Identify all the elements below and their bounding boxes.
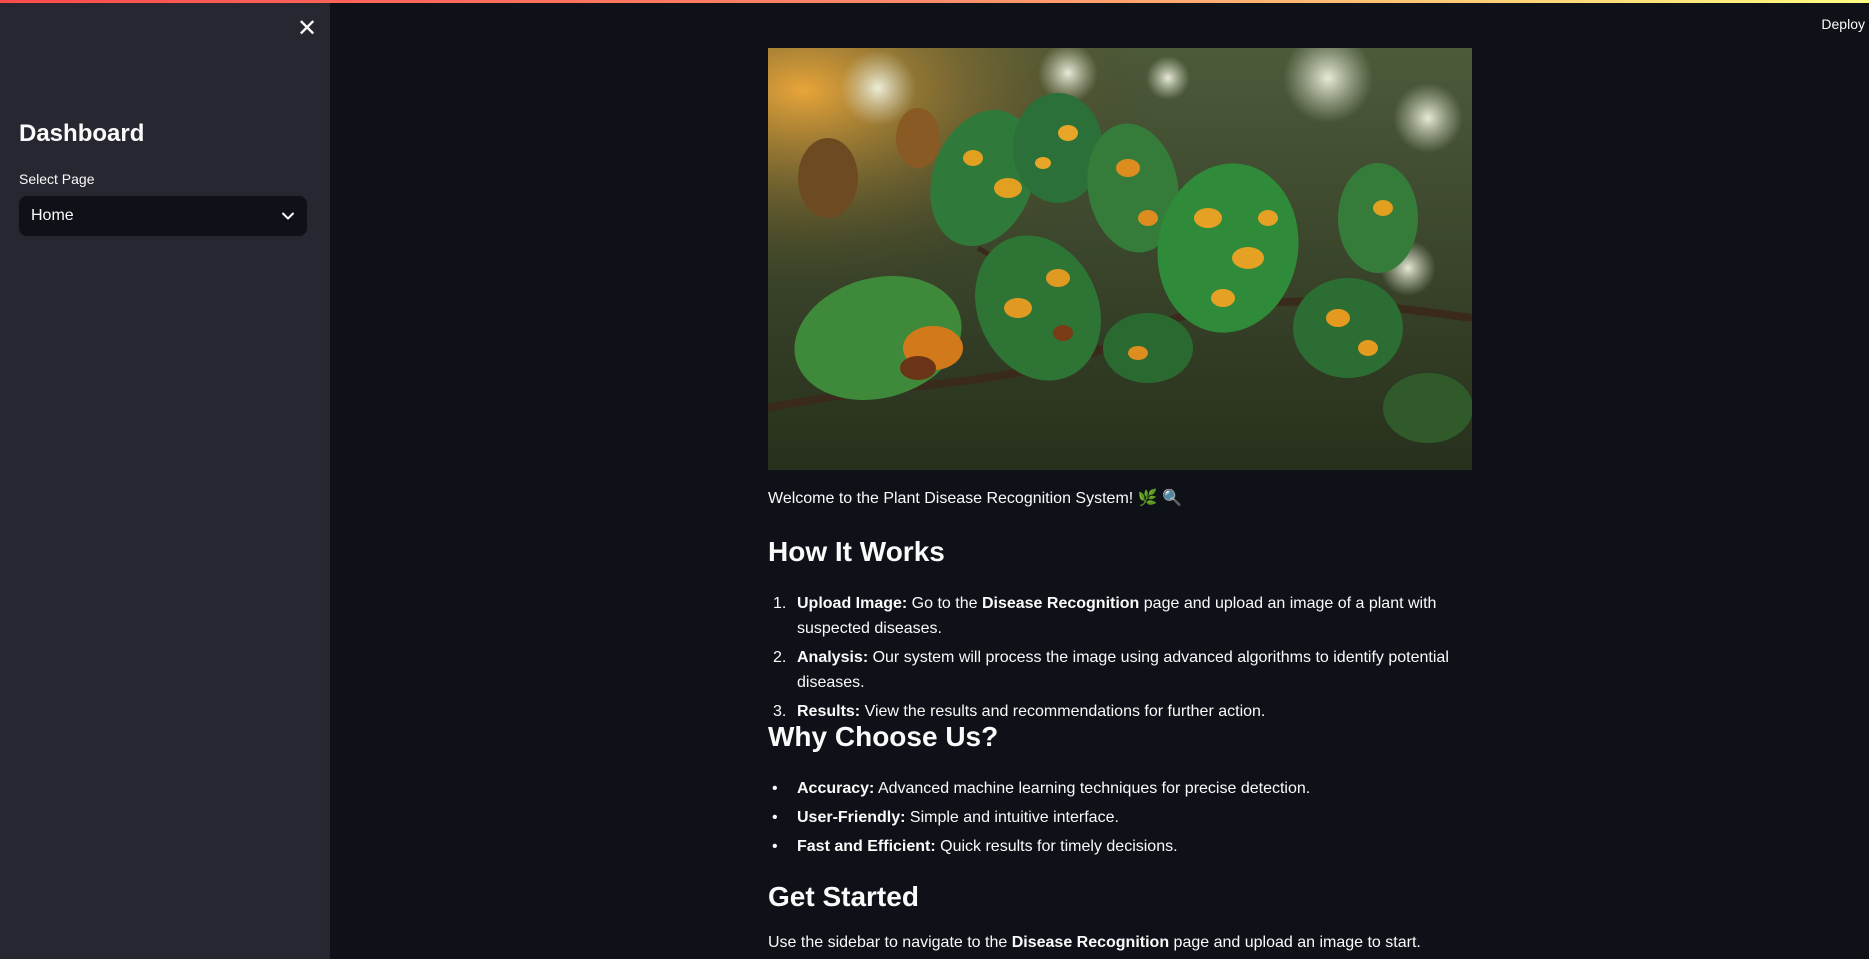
chevron-down-icon xyxy=(282,212,294,220)
get-started-heading: Get Started xyxy=(768,881,919,912)
sidebar: ✕ Dashboard Select Page Home xyxy=(0,3,330,959)
why-choose-us-list: • Accuracy: Advanced machine learning te… xyxy=(768,776,1472,863)
list-item: 2. Analysis: Our system will process the… xyxy=(773,649,1449,691)
list-item: 1. Upload Image: Go to the Disease Recog… xyxy=(773,595,1437,637)
get-started-text: Use the sidebar to navigate to the Disea… xyxy=(768,934,1421,951)
close-icon[interactable]: ✕ xyxy=(296,17,318,41)
select-page-dropdown[interactable]: Home xyxy=(19,196,307,236)
list-item: • User-Friendly: Simple and intuitive in… xyxy=(772,809,1119,826)
herb-icon: 🌿 xyxy=(1137,490,1158,507)
select-page-label: Select Page xyxy=(19,171,95,187)
how-it-works-list: 1. Upload Image: Go to the Disease Recog… xyxy=(768,591,1472,728)
how-it-works-heading: How It Works xyxy=(768,536,945,567)
list-item: • Accuracy: Advanced machine learning te… xyxy=(772,780,1311,797)
select-page-value: Home xyxy=(31,207,74,224)
welcome-text: Welcome to the Plant Disease Recognition… xyxy=(768,488,1182,508)
main-content: Welcome to the Plant Disease Recognition… xyxy=(768,48,1472,951)
welcome-message: Welcome to the Plant Disease Recognition… xyxy=(768,490,1134,507)
magnifier-icon: 🔍 xyxy=(1162,490,1182,507)
hero-image xyxy=(768,48,1472,470)
sidebar-title: Dashboard xyxy=(19,120,145,147)
why-choose-us-heading: Why Choose Us? xyxy=(768,721,999,752)
list-item: • Fast and Efficient: Quick results for … xyxy=(772,838,1178,855)
deploy-button[interactable]: Deploy xyxy=(1821,16,1865,32)
